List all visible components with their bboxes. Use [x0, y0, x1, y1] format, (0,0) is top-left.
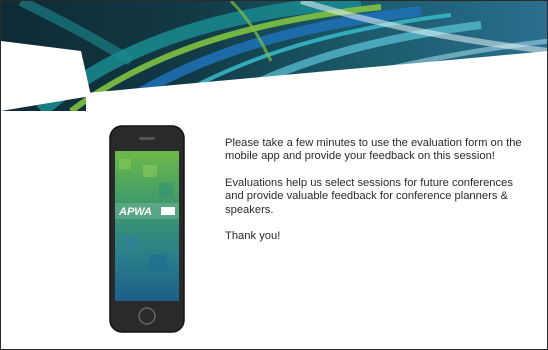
- feedback-message: Please take a few minutes to use the eva…: [225, 137, 525, 256]
- slide: APWA Please take a few minutes to use th…: [0, 0, 548, 350]
- app-logo-text: APWA: [118, 206, 152, 218]
- paragraph-instructions: Please take a few minutes to use the eva…: [225, 137, 522, 163]
- paragraph-thank-you: Thank you!: [225, 230, 281, 243]
- header-banner-graphic: [1, 1, 547, 111]
- phone-mockup: APWA: [109, 125, 185, 333]
- paragraph-evaluations: Evaluations help us select sessions for …: [225, 176, 513, 216]
